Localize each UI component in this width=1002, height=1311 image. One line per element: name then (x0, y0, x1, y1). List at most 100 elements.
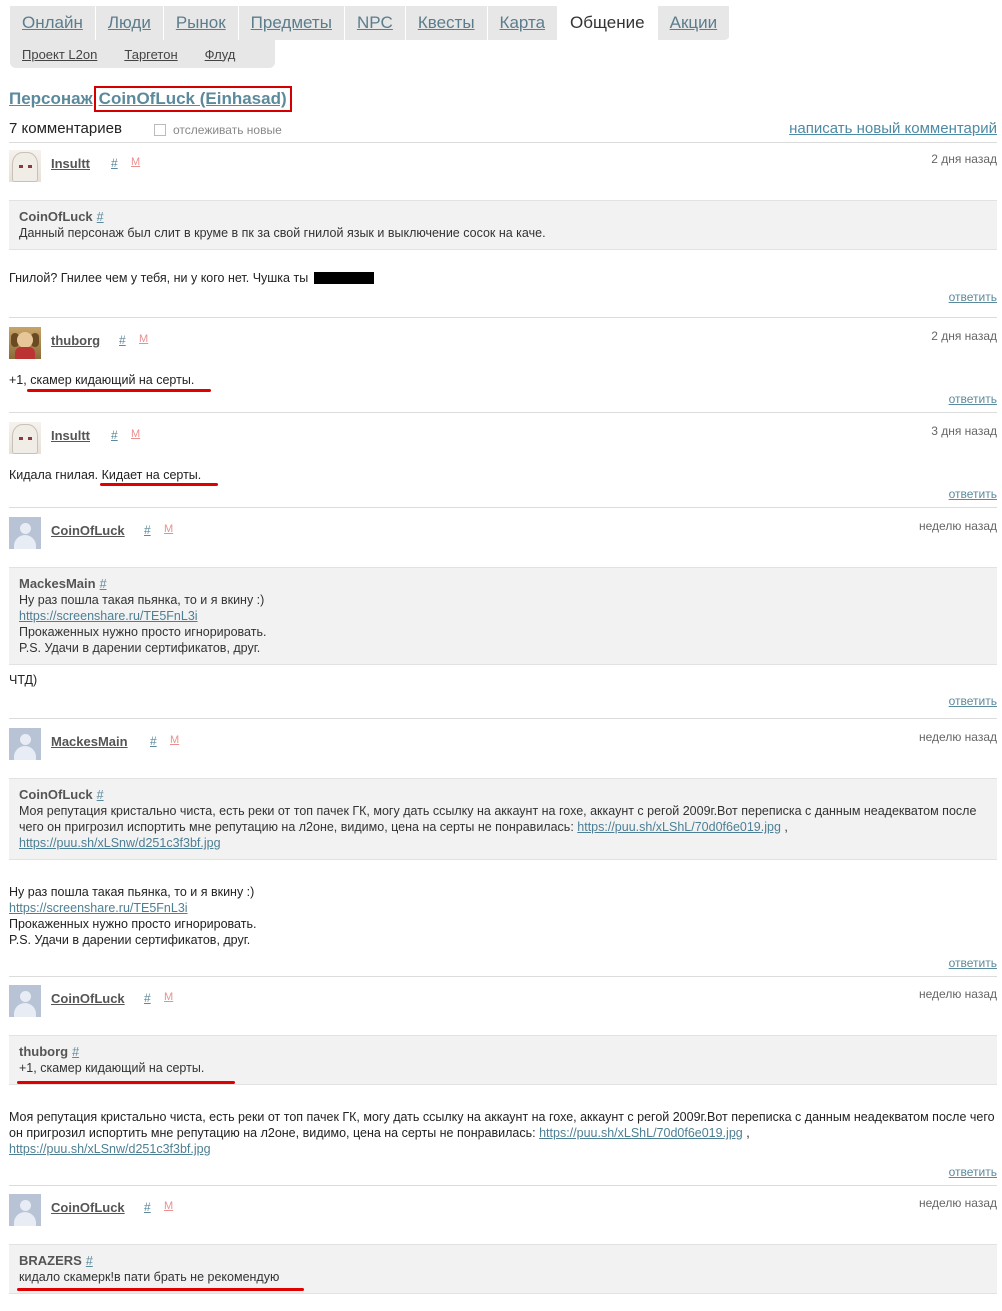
quoted-comment: MackesMain # Ну раз пошла такая пьянка, т… (9, 567, 997, 665)
character-link[interactable]: CoinOfLuck (Einhasad) (99, 89, 287, 108)
divider (9, 317, 997, 318)
message-link[interactable]: M (131, 428, 140, 440)
permalink-hash[interactable]: # (144, 991, 151, 1005)
tab-communication[interactable]: Общение (558, 6, 658, 40)
quote-author[interactable]: CoinOfLuck (19, 209, 93, 224)
quote-link[interactable]: https://puu.sh/xLShL/70d0f6e019.jpg (577, 820, 781, 834)
watch-new-toggle[interactable]: отслеживать новые (154, 123, 282, 137)
divider (9, 718, 997, 719)
quote-hash[interactable]: # (97, 788, 104, 802)
comment-author[interactable]: CoinOfLuck (51, 523, 125, 538)
message-link[interactable]: M (164, 991, 173, 1003)
comment-link[interactable]: https://puu.sh/xLSnw/d251c3f3bf.jpg (9, 1142, 211, 1156)
comment-line: P.S. Удачи в дарении сертификатов, друг. (9, 933, 251, 947)
message-link[interactable]: M (131, 156, 140, 168)
comment-author[interactable]: CoinOfLuck (51, 991, 125, 1006)
comment-item: CoinOfLuck # M неделю назад BRAZERS # кид… (9, 1192, 997, 1294)
tab-map[interactable]: Карта (488, 6, 559, 40)
comment-link[interactable]: https://screenshare.ru/TE5FnL3i (9, 901, 188, 915)
comment-author[interactable]: MackesMain (51, 734, 128, 749)
comment-body: Моя репутация кристально чиста, есть рек… (9, 1109, 997, 1157)
dog-avatar[interactable] (9, 327, 41, 359)
message-link[interactable]: M (164, 523, 173, 535)
comment-time: неделю назад (919, 519, 997, 533)
comment-line: Ну раз пошла такая пьянка, то и я вкину … (9, 885, 255, 899)
quote-author[interactable]: thuborg (19, 1044, 68, 1059)
quote-author[interactable]: CoinOfLuck (19, 787, 93, 802)
default-avatar[interactable] (9, 985, 41, 1017)
reply-link[interactable]: ответить (9, 487, 997, 501)
quote-hash[interactable]: # (86, 1254, 93, 1268)
title-prefix-link[interactable]: Персонаж (9, 89, 93, 108)
redacted-block (313, 272, 374, 284)
tab-online[interactable]: Онлайн (10, 6, 96, 40)
message-link[interactable]: M (170, 734, 179, 746)
subtab-targeton[interactable]: Таргетон (124, 47, 177, 62)
quote-hash[interactable]: # (97, 210, 104, 224)
permalink-hash[interactable]: # (144, 523, 151, 537)
comment-text: +1, скамер кидающий на серты. (9, 373, 195, 387)
comment-text: ЧТД) (9, 673, 38, 687)
anime-avatar[interactable] (9, 150, 41, 182)
quote-link[interactable]: https://puu.sh/xLSnw/d251c3f3bf.jpg (19, 836, 221, 850)
comment-time: 3 дня назад (931, 424, 997, 438)
tab-quests[interactable]: Квесты (406, 6, 488, 40)
quote-text: кидало скамерк!в пати брать не рекоменду… (19, 1270, 280, 1284)
quote-separator: , (784, 820, 788, 834)
quote-line: P.S. Удачи в дарении сертификатов, друг. (19, 641, 261, 655)
anime-avatar[interactable] (9, 422, 41, 454)
quote-hash[interactable]: # (100, 577, 107, 591)
quote-line: Прокаженных нужно просто игнорировать. (19, 625, 267, 639)
message-link[interactable]: M (139, 333, 148, 345)
divider (9, 412, 997, 413)
comment-author[interactable]: CoinOfLuck (51, 1200, 125, 1215)
comment-author[interactable]: Insultt (51, 156, 90, 171)
permalink-hash[interactable]: # (144, 1200, 151, 1214)
tab-market[interactable]: Рынок (164, 6, 239, 40)
default-avatar[interactable] (9, 517, 41, 549)
tab-npc[interactable]: NPC (345, 6, 406, 40)
comment-body: Ну раз пошла такая пьянка, то и я вкину … (9, 884, 997, 948)
comment-line: Прокаженных нужно просто игнорировать. (9, 917, 257, 931)
permalink-hash[interactable]: # (111, 428, 118, 442)
default-avatar[interactable] (9, 728, 41, 760)
divider (9, 507, 997, 508)
message-link[interactable]: M (164, 1200, 173, 1212)
watch-checkbox[interactable] (154, 124, 166, 136)
permalink-hash[interactable]: # (150, 734, 157, 748)
permalink-hash[interactable]: # (119, 333, 126, 347)
comment-author[interactable]: Insultt (51, 428, 90, 443)
reply-link[interactable]: ответить (9, 956, 997, 970)
comment-author[interactable]: thuborg (51, 333, 100, 348)
reply-link[interactable]: ответить (9, 1165, 997, 1179)
reply-link[interactable]: ответить (9, 290, 997, 304)
comment-time: неделю назад (919, 730, 997, 744)
comment-link[interactable]: https://puu.sh/xLShL/70d0f6e019.jpg (539, 1126, 743, 1140)
quote-link[interactable]: https://screenshare.ru/TE5FnL3i (19, 609, 198, 623)
quote-author[interactable]: BRAZERS (19, 1253, 82, 1268)
permalink-hash[interactable]: # (111, 156, 118, 170)
comment-body: Гнилой? Гнилее чем у тебя, ни у кого нет… (9, 270, 997, 286)
reply-link[interactable]: ответить (9, 694, 997, 708)
new-comment-link[interactable]: написать новый комментарий (789, 120, 997, 137)
subtab-project-l2on[interactable]: Проект L2on (22, 47, 97, 62)
divider (9, 1185, 997, 1186)
red-underline-mark (27, 389, 211, 392)
red-underline-mark (100, 483, 218, 486)
quote-author[interactable]: MackesMain (19, 576, 96, 591)
subtab-flood[interactable]: Флуд (205, 47, 236, 62)
comment-count: 7 комментариев (9, 120, 122, 137)
quote-line: Ну раз пошла такая пьянка, то и я вкину … (19, 593, 265, 607)
comment-body: +1, скамер кидающий на серты. (9, 372, 997, 388)
page-title: Персонаж CoinOfLuck (Einhasad) (9, 86, 292, 112)
tab-people[interactable]: Люди (96, 6, 164, 40)
comment-item: Insultt # M 3 дня назад Кидала гнилая. К… (9, 420, 997, 501)
comment-item: CoinOfLuck # M неделю назад MackesMain # … (9, 515, 997, 708)
tab-promotions[interactable]: Акции (658, 6, 731, 40)
default-avatar[interactable] (9, 1194, 41, 1226)
comment-time: неделю назад (919, 1196, 997, 1210)
comment-body: Кидала гнилая. Кидает на серты. (9, 467, 997, 483)
reply-link[interactable]: ответить (9, 392, 997, 406)
quote-hash[interactable]: # (72, 1045, 79, 1059)
tab-items[interactable]: Предметы (239, 6, 345, 40)
